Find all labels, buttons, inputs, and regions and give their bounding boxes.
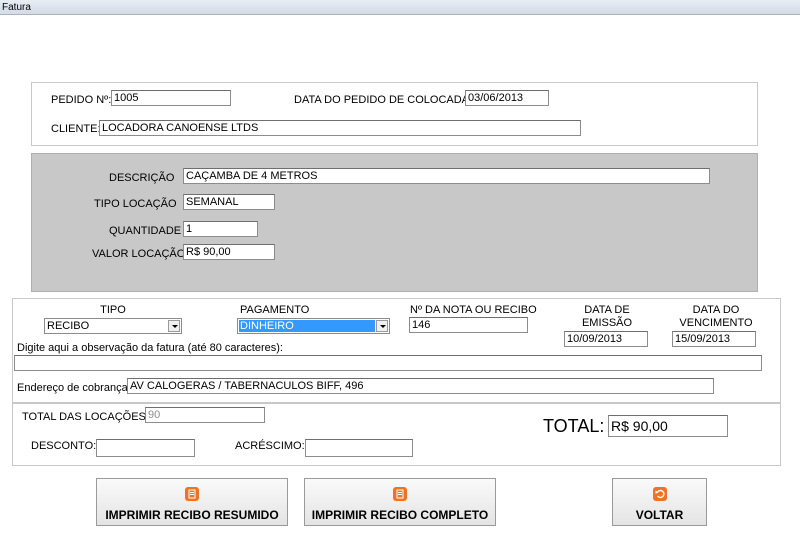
total-locacoes-field: 90 [145, 407, 265, 423]
observacao-label: Digite aqui a observação da fatura (até … [17, 342, 283, 354]
cliente-label: CLIENTE: [51, 123, 101, 135]
voltar-button[interactable]: VOLTAR [612, 478, 707, 526]
imprimir-resumido-label: IMPRIMIR RECIBO RESUMIDO [105, 508, 279, 522]
quantidade-label: QUANTIDADE [109, 225, 182, 237]
tipo-select[interactable]: RECIBO [44, 318, 182, 334]
pagamento-select-value: DINHEIRO [239, 320, 375, 332]
vencimento-label-line1: DATA DO [692, 304, 740, 316]
descricao-label: DESCRIÇÃO [109, 172, 175, 184]
total-locacoes-label: TOTAL DAS LOCAÇÕES: [22, 411, 149, 423]
nota-field[interactable]: 146 [409, 317, 528, 333]
descricao-field[interactable]: CAÇAMBA DE 4 METROS [183, 168, 710, 184]
chevron-down-icon[interactable] [376, 320, 388, 332]
imprimir-completo-button[interactable]: IMPRIMIR RECIBO COMPLETO [304, 478, 496, 526]
emissao-field[interactable]: 10/09/2013 [564, 331, 648, 347]
data-pedido-field[interactable]: 03/06/2013 [465, 90, 549, 106]
voltar-label: VOLTAR [635, 508, 684, 522]
tipo-label: TIPO [100, 304, 126, 316]
pedido-field[interactable]: 1005 [111, 90, 231, 106]
tipo-locacao-label: TIPO LOCAÇÃO [94, 198, 177, 210]
total-label: TOTAL: [543, 416, 605, 436]
tipo-select-value: RECIBO [47, 320, 90, 332]
document-icon [185, 487, 199, 501]
valor-locacao-field[interactable]: R$ 90,00 [183, 244, 275, 260]
vencimento-field[interactable]: 15/09/2013 [672, 331, 756, 347]
vencimento-label-line2: VENCIMENTO [679, 317, 753, 329]
imprimir-completo-label: IMPRIMIR RECIBO COMPLETO [311, 508, 489, 522]
data-pedido-label: DATA DO PEDIDO DE COLOCADA: [294, 94, 473, 106]
window-title: Fatura [2, 2, 31, 13]
back-arrow-icon [652, 487, 667, 501]
desconto-field[interactable] [96, 439, 195, 457]
pagamento-label: PAGAMENTO [240, 304, 310, 316]
total-field: R$ 90,00 [608, 415, 728, 437]
acrescimo-field[interactable] [305, 439, 413, 457]
acrescimo-label: ACRÉSCIMO: [235, 440, 305, 452]
emissao-label-line1: DATA DE [584, 304, 630, 316]
quantidade-field[interactable]: 1 [183, 221, 258, 237]
desconto-label: DESCONTO: [31, 440, 97, 452]
cliente-field[interactable]: LOCADORA CANOENSE LTDS [99, 120, 581, 136]
pagamento-select[interactable]: DINHEIRO [237, 318, 390, 334]
document-icon [393, 487, 407, 501]
tipo-locacao-field[interactable]: SEMANAL [183, 194, 275, 210]
valor-locacao-label: VALOR LOCAÇÃO [92, 248, 186, 260]
observacao-field[interactable] [14, 355, 762, 371]
pedido-label: PEDIDO Nº: [51, 94, 112, 106]
imprimir-resumido-button[interactable]: IMPRIMIR RECIBO RESUMIDO [96, 478, 288, 526]
title-bar: Fatura [0, 0, 800, 15]
emissao-label-line2: EMISSÃO [581, 317, 633, 329]
endereco-label: Endereço de cobrança [17, 382, 128, 394]
endereco-field[interactable]: AV CALOGERAS / TABERNACULOS BIFF, 496 [127, 378, 714, 394]
chevron-down-icon[interactable] [168, 320, 180, 332]
nota-label: Nº DA NOTA OU RECIBO [410, 304, 537, 316]
